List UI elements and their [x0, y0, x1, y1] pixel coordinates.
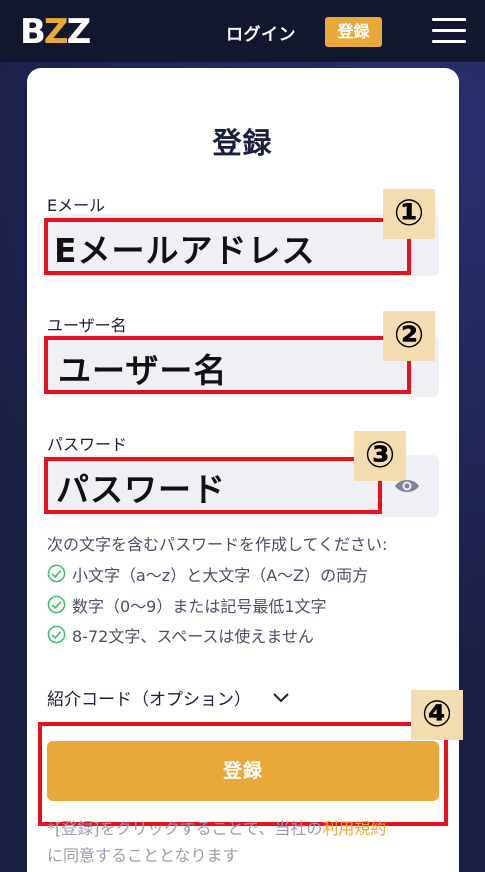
brand-logo[interactable]: BZZ [20, 14, 100, 50]
referral-code-toggle[interactable]: 紹介コード（オプション） [47, 685, 251, 710]
eye-icon[interactable] [394, 477, 420, 495]
check-circle-icon [47, 595, 66, 614]
email-placeholder: Eメールアドレス [54, 231, 316, 270]
username-placeholder: ユーザー名 [58, 351, 228, 390]
password-label: パスワード [47, 435, 128, 454]
password-rules-heading: 次の文字を含むパスワードを作成してください: [47, 535, 388, 554]
terms-link[interactable]: 利用規約 [322, 819, 386, 838]
register-nav-button[interactable]: 登録 [325, 17, 382, 47]
check-circle-icon [47, 625, 66, 644]
page-title: 登録 [212, 126, 273, 160]
terms-notice: *[登録]をクリックすることで、当社の利用規約 [47, 819, 387, 838]
chevron-down-icon[interactable] [272, 690, 290, 704]
annotation-badge-2: ② [383, 311, 435, 361]
username-label: ユーザー名 [47, 316, 127, 335]
email-label: Eメール [47, 196, 106, 215]
annotation-badge-4: ④ [411, 690, 463, 740]
register-button[interactable]: 登録 [47, 741, 439, 801]
login-link[interactable]: ログイン [226, 20, 296, 45]
check-circle-icon [47, 564, 66, 583]
password-placeholder: パスワード [56, 470, 226, 509]
hamburger-menu-icon[interactable] [432, 18, 466, 44]
annotation-badge-1: ① [383, 189, 435, 239]
annotation-badge-3: ③ [354, 431, 406, 481]
terms-notice-line2: に同意することとなります [47, 846, 239, 865]
top-navbar: BZZ ログイン 登録 [0, 0, 485, 62]
